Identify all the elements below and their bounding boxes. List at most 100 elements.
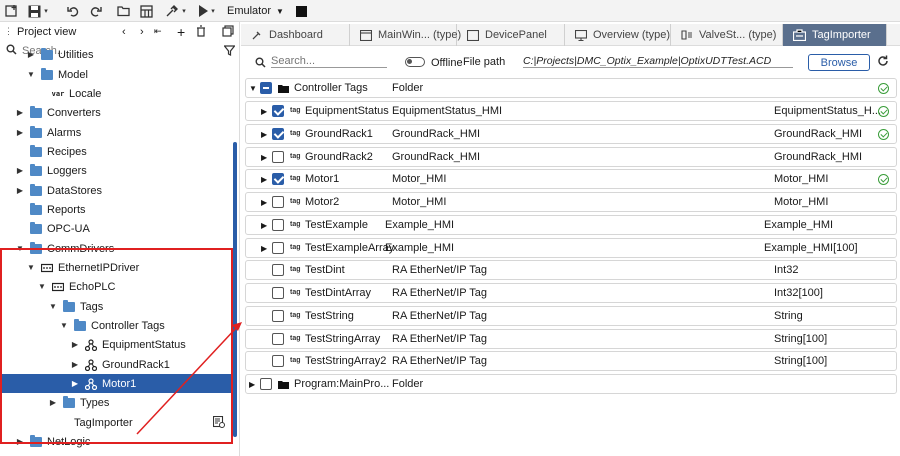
delete-icon[interactable] — [196, 25, 206, 40]
folder-icon — [30, 221, 42, 234]
build-icon[interactable] — [165, 3, 179, 19]
select-checkbox[interactable] — [272, 196, 284, 208]
drag-handle-icon[interactable]: ⋮ — [4, 26, 13, 37]
tag-target-type: EquipmentStatus_H... — [774, 105, 882, 117]
tag-row[interactable]: ▶ tag TestExample Example_HMI Example_HMI — [245, 215, 897, 235]
select-checkbox[interactable] — [260, 378, 272, 390]
folder-icon — [278, 380, 289, 392]
annotation-highlight-box — [0, 248, 233, 444]
tree-item[interactable]: ▶ Alarms — [0, 123, 232, 142]
nav-back-icon[interactable]: ‹ — [122, 26, 126, 38]
add-icon[interactable] — [4, 3, 20, 19]
tag-row[interactable]: ▶ tag Motor1 Motor_HMI Motor_HMI — [245, 169, 897, 189]
save-icon[interactable] — [27, 3, 41, 19]
run-dropdown-icon[interactable]: ▾ — [208, 3, 218, 19]
tree-item[interactable]: Recipes — [0, 142, 232, 161]
select-checkbox[interactable] — [272, 173, 284, 185]
select-checkbox[interactable] — [272, 355, 284, 367]
tree-item[interactable]: OPC-UA — [0, 219, 232, 238]
chevron-right-icon[interactable]: ▶ — [261, 175, 267, 184]
tree-item[interactable]: ▶ DataStores — [0, 181, 232, 200]
refresh-icon[interactable] — [877, 55, 889, 70]
select-checkbox[interactable] — [272, 287, 284, 299]
add-item-icon[interactable]: + — [177, 24, 185, 40]
tag-row[interactable]: ▶ Program:MainPro... Folder — [245, 374, 897, 394]
tag-row[interactable]: ▶ tag TestExampleArray Example_HMI Example_H… — [245, 238, 897, 258]
tree-item-label: Recipes — [47, 145, 87, 158]
emulator-selector[interactable]: Emulator ▼ — [227, 0, 307, 22]
select-checkbox[interactable] — [272, 264, 284, 276]
nav-forward-icon[interactable]: › — [140, 26, 144, 38]
chevron-right-icon[interactable]: ▶ — [15, 128, 25, 137]
tab-mainwin-type[interactable]: MainWin... (type) — [350, 24, 461, 46]
select-checkbox[interactable] — [272, 151, 284, 163]
chevron-right-icon[interactable]: ▶ — [261, 221, 267, 230]
library-icon[interactable] — [139, 3, 153, 19]
chevron-right-icon[interactable]: ▶ — [261, 244, 267, 253]
chevron-right-icon[interactable]: ▶ — [249, 380, 255, 389]
select-checkbox[interactable] — [272, 105, 284, 117]
tab-tagimporter[interactable]: TagImporter — [783, 24, 887, 46]
tab-dashboard[interactable]: Dashboard — [241, 24, 350, 46]
save-dropdown-icon[interactable]: ▾ — [42, 3, 50, 19]
chevron-right-icon[interactable]: ▶ — [15, 108, 25, 117]
chevron-right-icon[interactable]: ▶ — [261, 153, 267, 162]
filepath-input[interactable] — [523, 55, 793, 68]
tree-item[interactable]: ▶ Converters — [0, 103, 232, 122]
select-checkbox[interactable] — [272, 310, 284, 322]
tag-row[interactable]: ▶ tag EquipmentStatus EquipmentStatus_HMI Eq… — [245, 101, 897, 121]
open-folder-icon[interactable] — [117, 3, 131, 19]
undo-icon[interactable] — [66, 3, 80, 19]
importer-search-input[interactable] — [271, 55, 387, 68]
chevron-right-icon[interactable]: ▶ — [261, 107, 267, 116]
tag-icon: tag — [290, 175, 301, 182]
redo-icon[interactable] — [88, 3, 102, 19]
copy-icon[interactable] — [222, 25, 234, 40]
select-checkbox[interactable] — [272, 219, 284, 231]
tag-type: GroundRack_HMI — [392, 128, 481, 140]
tab-devicepanel[interactable]: DevicePanel — [457, 24, 565, 46]
valve-icon — [681, 29, 693, 41]
tree-item[interactable]: var Locale — [0, 84, 232, 103]
tree-item-label: Model — [58, 68, 88, 81]
tag-name: Controller Tags — [294, 82, 368, 94]
chevron-down-icon[interactable]: ▼ — [249, 84, 257, 93]
tag-row[interactable]: tag TestStringArray2 RA EtherNet/IP Tag Str… — [245, 351, 897, 371]
tab-label: ValveSt... (type) — [699, 29, 777, 41]
chevron-right-icon[interactable]: ▶ — [26, 50, 36, 59]
browse-button[interactable]: Browse — [808, 54, 870, 71]
project-tree-scrollbar[interactable] — [233, 142, 237, 437]
tag-row[interactable]: tag TestDint RA EtherNet/IP Tag Int32 — [245, 260, 897, 280]
collapse-icon[interactable]: ⇤ — [154, 26, 162, 37]
select-checkbox[interactable] — [272, 242, 284, 254]
tag-target-type: String — [774, 310, 803, 322]
tag-row[interactable]: ▶ tag GroundRack2 GroundRack_HMI GroundRack_… — [245, 147, 897, 167]
tag-type: Folder — [392, 82, 424, 94]
tag-row[interactable]: ▶ tag GroundRack1 GroundRack_HMI GroundRack_… — [245, 124, 897, 144]
tag-type: RA EtherNet/IP Tag — [392, 333, 487, 345]
select-checkbox[interactable] — [272, 128, 284, 140]
stop-icon[interactable] — [295, 5, 307, 17]
tag-row[interactable]: tag TestStringArray RA EtherNet/IP Tag Stri… — [245, 329, 897, 349]
chevron-right-icon[interactable]: ▶ — [15, 186, 25, 195]
tree-item[interactable]: ▶ Utilities — [0, 45, 232, 64]
build-dropdown-icon[interactable]: ▾ — [180, 3, 188, 19]
tag-row[interactable]: ▼ Controller Tags Folder — [245, 78, 897, 98]
tree-item[interactable]: ▼ Model — [0, 65, 232, 84]
tag-row[interactable]: ▶ tag Motor2 Motor_HMI Motor_HMI — [245, 192, 897, 212]
tag-row[interactable]: tag TestString RA EtherNet/IP Tag String — [245, 306, 897, 326]
tree-item[interactable]: ▶ Loggers — [0, 161, 232, 180]
tree-item[interactable]: Reports — [0, 200, 232, 219]
offline-toggle[interactable] — [405, 57, 425, 67]
chevron-right-icon[interactable]: ▶ — [261, 198, 267, 207]
tab-overview-type[interactable]: Overview (type) — [565, 24, 671, 46]
chevron-right-icon[interactable]: ▶ — [15, 166, 25, 175]
tab-valvest-type[interactable]: ValveSt... (type) — [671, 24, 783, 46]
select-checkbox[interactable] — [260, 82, 272, 94]
chevron-right-icon[interactable]: ▶ — [261, 130, 267, 139]
tag-target-type: Motor_HMI — [774, 196, 829, 208]
chevron-down-icon[interactable]: ▼ — [26, 70, 36, 79]
tag-row[interactable]: tag TestDintArray RA EtherNet/IP Tag Int32[… — [245, 283, 897, 303]
select-checkbox[interactable] — [272, 333, 284, 345]
tag-target-type: String[100] — [774, 333, 828, 345]
